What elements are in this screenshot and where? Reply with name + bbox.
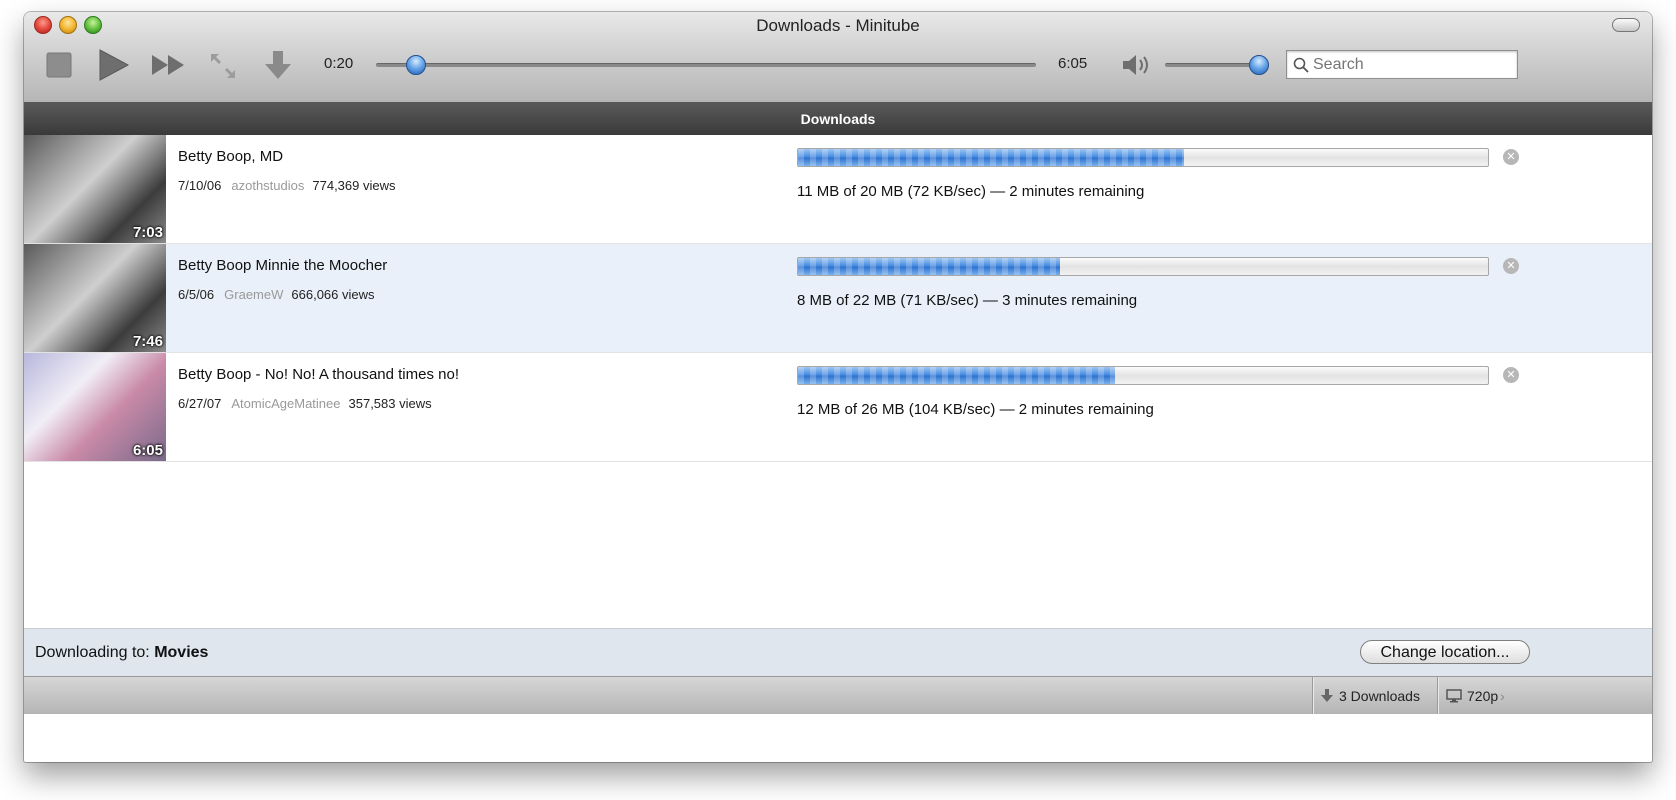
search-input[interactable] (1313, 55, 1503, 74)
video-author[interactable]: azothstudios (231, 178, 304, 193)
video-meta: 6/5/06 GraemeW 666,066 views (178, 287, 375, 302)
download-progress-fill (798, 149, 1185, 166)
download-folder-name: Movies (154, 644, 209, 661)
video-views: 357,583 views (348, 396, 432, 411)
downloads-count-label: 3 Downloads (1339, 687, 1420, 704)
video-meta: 7/10/06 azothstudios 774,369 views (178, 178, 396, 193)
seek-slider[interactable] (376, 63, 1036, 67)
video-thumbnail[interactable]: 7:46 (24, 244, 166, 352)
download-status: 11 MB of 20 MB (72 KB/sec) — 2 minutes r… (797, 183, 1145, 200)
download-progress-fill (798, 367, 1116, 384)
video-title[interactable]: Betty Boop, MD (178, 148, 283, 165)
video-thumbnail[interactable]: 7:03 (24, 135, 166, 243)
cancel-download-button[interactable]: ✕ (1503, 258, 1519, 274)
download-icon[interactable] (264, 50, 292, 80)
cancel-icon: ✕ (1506, 151, 1516, 163)
toolbar-toggle-button[interactable] (1612, 18, 1640, 32)
video-duration: 6:05 (132, 442, 163, 459)
download-location-text: Downloading to: Movies (35, 644, 208, 662)
play-icon[interactable] (98, 48, 130, 82)
download-row[interactable]: 6:05 Betty Boop - No! No! A thousand tim… (24, 353, 1652, 462)
total-time: 6:05 (1058, 55, 1088, 72)
stop-icon[interactable] (46, 52, 72, 78)
video-views: 666,066 views (291, 287, 375, 302)
cancel-download-button[interactable]: ✕ (1503, 367, 1519, 383)
download-row[interactable]: 7:46 Betty Boop Minnie the Moocher 6/5/0… (24, 244, 1652, 353)
cancel-download-button[interactable]: ✕ (1503, 149, 1519, 165)
downloading-to-label: Downloading to: (35, 644, 150, 661)
download-small-icon (1321, 688, 1333, 703)
video-date: 7/10/06 (178, 178, 222, 193)
cancel-icon: ✕ (1506, 260, 1516, 272)
app-window: Downloads - Minitube 0:20 6:05 Search Do… (24, 12, 1652, 762)
downloads-status-button[interactable]: 3 Downloads (1312, 677, 1437, 714)
elapsed-time: 0:20 (324, 55, 354, 72)
fullscreen-icon[interactable] (209, 52, 237, 80)
quality-label: 720p (1467, 687, 1499, 704)
download-progress-bar (797, 148, 1489, 167)
volume-slider-knob[interactable] (1248, 55, 1269, 75)
download-progress-bar (797, 366, 1489, 385)
download-progress-bar (797, 257, 1489, 276)
title-bar: Downloads - Minitube 0:20 6:05 (24, 12, 1652, 103)
search-field[interactable] (1286, 50, 1518, 79)
skip-icon[interactable] (151, 54, 185, 76)
video-views: 774,369 views (312, 178, 396, 193)
monitor-icon (1446, 688, 1462, 703)
volume-icon[interactable] (1122, 54, 1152, 76)
change-location-button[interactable]: Change location... (1360, 640, 1530, 664)
video-thumbnail[interactable]: 6:05 (24, 353, 166, 461)
video-title[interactable]: Betty Boop Minnie the Moocher (178, 257, 387, 274)
video-title[interactable]: Betty Boop - No! No! A thousand times no… (178, 366, 459, 383)
video-date: 6/5/06 (178, 287, 215, 302)
section-header: Downloads (24, 102, 1652, 135)
video-author[interactable]: AtomicAgeMatinee (231, 396, 340, 411)
download-status: 8 MB of 22 MB (71 KB/sec) — 3 minutes re… (797, 292, 1138, 309)
section-title: Downloads (800, 110, 876, 127)
video-duration: 7:46 (132, 333, 163, 350)
download-row[interactable]: 7:03 Betty Boop, MD 7/10/06 azothstudios 7… (24, 135, 1652, 244)
video-meta: 6/27/07 AtomicAgeMatinee 357,583 views (178, 396, 432, 411)
window-title: Downloads - Minitube (756, 16, 920, 35)
seek-slider-knob[interactable] (405, 55, 426, 75)
download-progress-fill (798, 258, 1061, 275)
chevron-right-icon: › (1500, 687, 1505, 704)
quality-status-button[interactable]: 720p › (1437, 677, 1528, 714)
search-icon (1293, 57, 1309, 73)
video-duration: 7:03 (132, 224, 163, 241)
download-status: 12 MB of 26 MB (104 KB/sec) — 2 minutes … (797, 401, 1154, 418)
video-author[interactable]: GraemeW (224, 287, 283, 302)
download-location-bar: Downloading to: Movies Change location..… (24, 628, 1652, 678)
video-date: 6/27/07 (178, 396, 222, 411)
downloads-list: 7:03 Betty Boop, MD 7/10/06 azothstudios 7… (24, 135, 1652, 462)
cancel-icon: ✕ (1506, 369, 1516, 381)
status-bar: 3 Downloads 720p › (24, 676, 1652, 714)
